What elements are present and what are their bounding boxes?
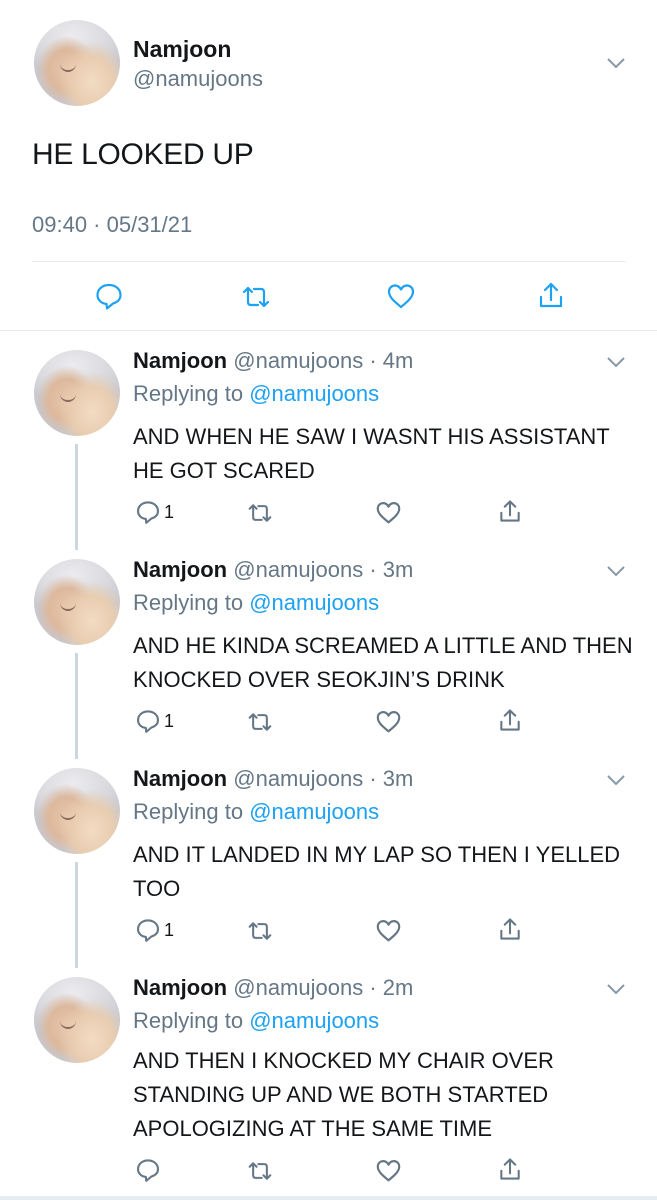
reply-button[interactable]: 1 — [135, 917, 174, 943]
share-icon — [539, 282, 563, 308]
reply-icon — [136, 1159, 160, 1182]
reply-button[interactable]: 1 — [135, 499, 174, 525]
tweet-time[interactable]: 3m — [383, 766, 414, 791]
replying-to-link[interactable]: @namujoons — [249, 1008, 379, 1033]
retweet-icon — [248, 1162, 272, 1180]
like-icon — [376, 920, 401, 942]
author-name[interactable]: Namjoon — [133, 348, 227, 373]
author-name[interactable]: Namjoon — [133, 557, 227, 582]
bottom-divider — [0, 1196, 657, 1200]
share-button[interactable] — [536, 280, 566, 310]
thread-line — [75, 862, 78, 968]
retweet-icon — [242, 286, 270, 308]
author-handle[interactable]: @namujoons — [233, 975, 363, 1000]
reply-icon — [136, 919, 160, 942]
like-icon — [376, 502, 401, 524]
share-icon — [500, 709, 520, 731]
replying-to-link[interactable]: @namujoons — [249, 799, 379, 824]
chevron-down-icon[interactable] — [605, 52, 627, 74]
author-handle[interactable]: @namujoons — [233, 348, 363, 373]
replying-to-label: Replying to — [133, 1008, 250, 1033]
share-button[interactable] — [497, 916, 523, 942]
reply-button[interactable] — [135, 1157, 164, 1183]
retweet-button[interactable] — [246, 919, 274, 943]
reply-count: 1 — [164, 501, 175, 522]
retweet-icon — [248, 922, 272, 940]
share-icon — [500, 500, 520, 522]
author-name[interactable]: Namjoon — [133, 975, 227, 1000]
retweet-button[interactable] — [240, 283, 272, 311]
avatar[interactable] — [34, 768, 120, 854]
author-name[interactable]: Namjoon — [133, 766, 227, 791]
divider — [32, 261, 626, 262]
chevron-down-icon[interactable] — [605, 978, 627, 1000]
tweet-time[interactable]: 4m — [383, 348, 414, 373]
author-name[interactable]: Namjoon — [133, 36, 231, 63]
like-icon — [376, 1160, 401, 1182]
chevron-down-icon[interactable] — [605, 351, 627, 373]
tweet-text: HE LOOKED UP — [32, 138, 254, 171]
separator: · — [363, 766, 383, 791]
author-handle[interactable]: @namujoons — [233, 557, 363, 582]
section-divider — [0, 330, 657, 331]
tweet-header: Namjoon @namujoons · 3m — [133, 557, 413, 583]
tweet-text: AND HE KINDA SCREAMED A LITTLE AND THEN … — [133, 633, 633, 692]
tweet-header: Namjoon @namujoons · 4m — [133, 348, 413, 374]
tweet-header: Namjoon @namujoons · 3m — [133, 766, 413, 792]
share-icon — [500, 918, 520, 940]
avatar[interactable] — [34, 559, 120, 645]
retweet-button[interactable] — [246, 710, 274, 734]
replying-to-label: Replying to — [133, 799, 250, 824]
share-button[interactable] — [497, 498, 523, 524]
separator: · — [363, 348, 383, 373]
share-button[interactable] — [497, 1156, 523, 1182]
author-handle[interactable]: @namujoons — [133, 66, 263, 92]
avatar[interactable] — [34, 350, 120, 436]
replying-to-link[interactable]: @namujoons — [249, 590, 379, 615]
reply-count: 1 — [164, 919, 175, 940]
share-button[interactable] — [497, 707, 523, 733]
reply-count: 1 — [164, 710, 175, 731]
like-button[interactable] — [375, 1158, 402, 1183]
retweet-icon — [248, 504, 272, 522]
replying-to-label: Replying to — [133, 381, 250, 406]
share-icon — [500, 1158, 520, 1180]
avatar[interactable] — [34, 977, 120, 1063]
thread-line — [75, 444, 78, 550]
tweet-header: Namjoon @namujoons · 2m — [133, 975, 413, 1001]
like-button[interactable] — [375, 500, 402, 525]
replying-to: Replying to @namujoons — [133, 590, 379, 616]
tweet-text: AND WHEN HE SAW I WASNT HIS ASSISTANT HE… — [133, 424, 610, 483]
tweet-time[interactable]: 3m — [383, 557, 414, 582]
reply-icon — [96, 283, 122, 310]
replying-to: Replying to @namujoons — [133, 1008, 379, 1034]
like-icon — [376, 711, 401, 733]
reply-button[interactable]: 1 — [135, 708, 174, 734]
replying-to-link[interactable]: @namujoons — [249, 381, 379, 406]
chevron-down-icon[interactable] — [605, 769, 627, 791]
tweet-time[interactable]: 2m — [383, 975, 414, 1000]
like-button[interactable] — [386, 282, 416, 310]
thread-line — [75, 653, 78, 759]
like-button[interactable] — [375, 709, 402, 734]
reply-icon — [136, 710, 160, 733]
author-handle[interactable]: @namujoons — [233, 766, 363, 791]
replying-to: Replying to @namujoons — [133, 799, 379, 825]
retweet-button[interactable] — [246, 501, 274, 525]
reply-button[interactable] — [94, 281, 124, 311]
avatar[interactable] — [34, 20, 120, 106]
reply-icon — [136, 501, 160, 524]
retweet-button[interactable] — [246, 1159, 274, 1183]
tweet-timestamp[interactable]: 09:40 · 05/31/21 — [32, 212, 192, 238]
tweet-text: AND THEN I KNOCKED MY CHAIR OVER STANDIN… — [133, 1048, 554, 1141]
tweet-text: AND IT LANDED IN MY LAP SO THEN I YELLED… — [133, 842, 621, 901]
separator: · — [363, 557, 383, 582]
like-icon — [387, 284, 415, 309]
replying-to: Replying to @namujoons — [133, 381, 379, 407]
separator: · — [363, 975, 383, 1000]
retweet-icon — [248, 713, 272, 731]
chevron-down-icon[interactable] — [605, 560, 627, 582]
replying-to-label: Replying to — [133, 590, 250, 615]
like-button[interactable] — [375, 918, 402, 943]
